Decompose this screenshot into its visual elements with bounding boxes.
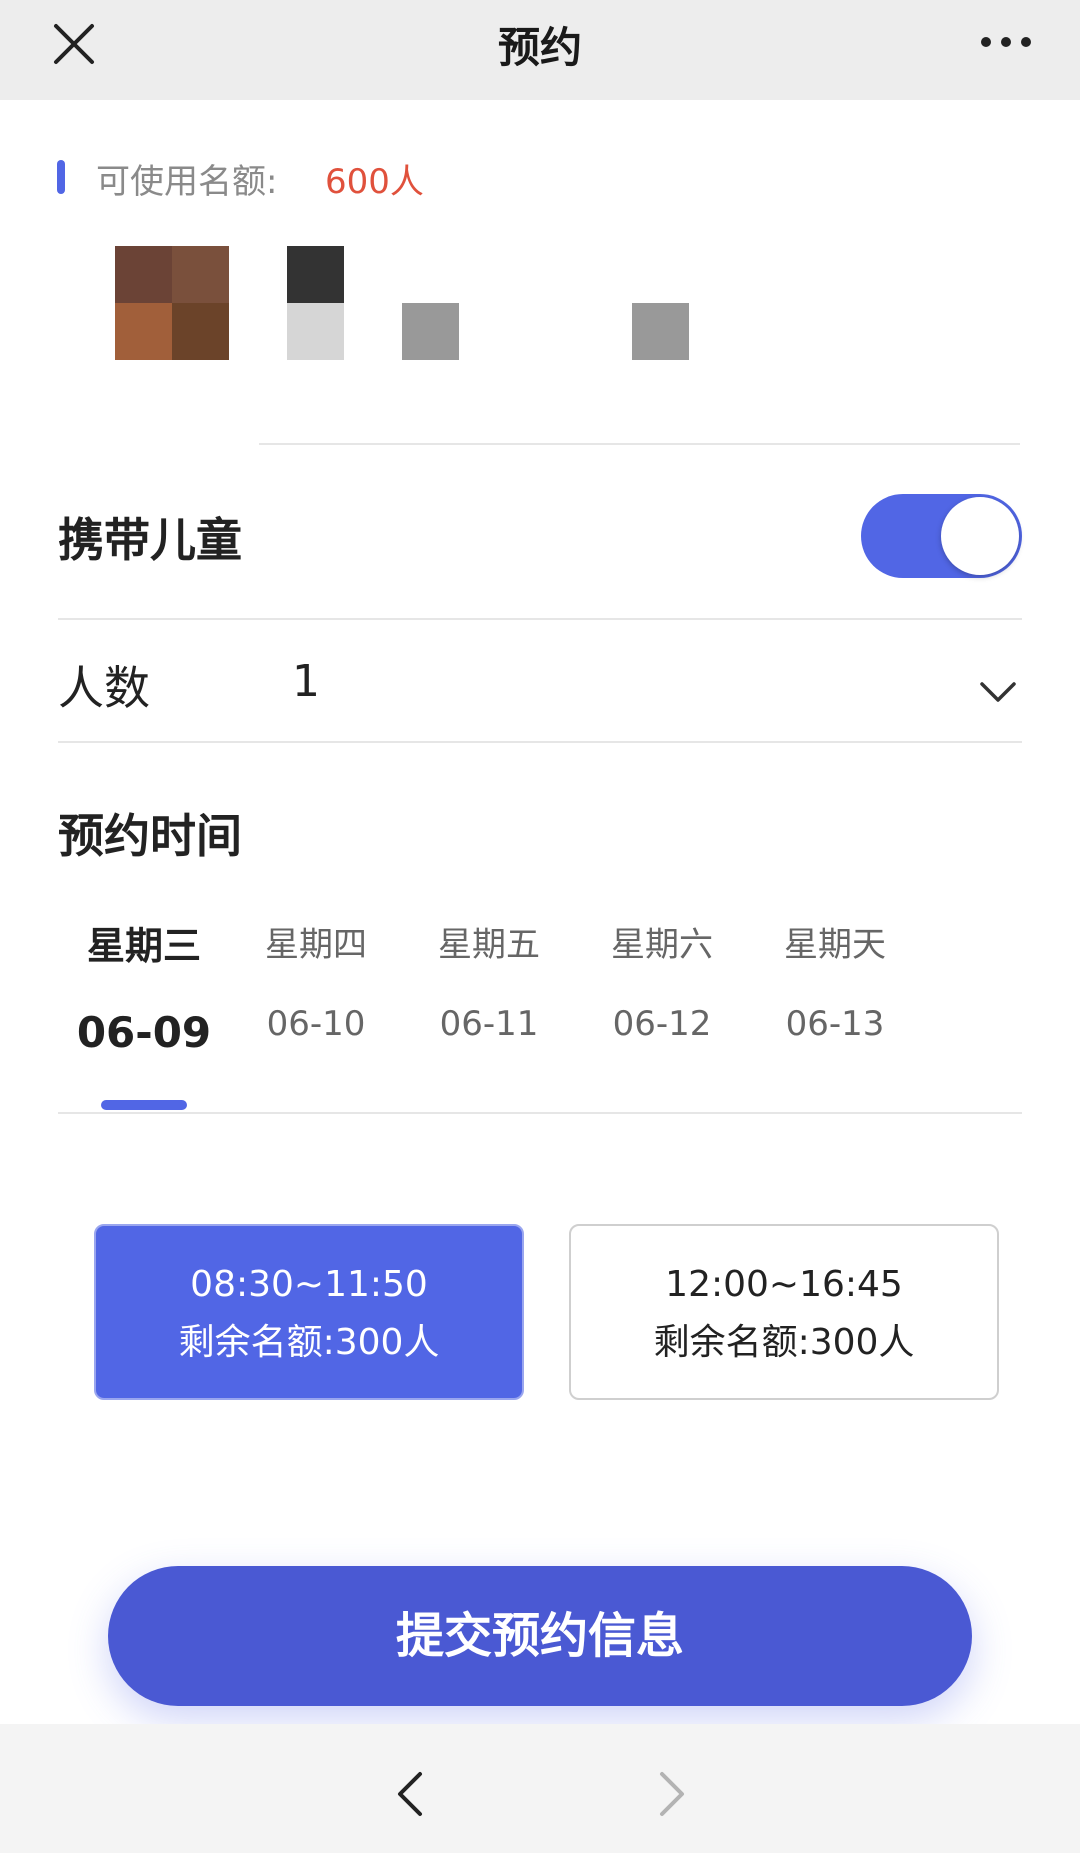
divider — [259, 443, 1020, 445]
slot-time: 12:00~16:45 — [665, 1264, 903, 1305]
more-dots-icon[interactable] — [980, 30, 1032, 54]
tab-weekday: 星期六 — [611, 925, 713, 965]
tab-date: 06-09 — [76, 1008, 212, 1057]
date-tab-0612[interactable]: 星期六 06-12 — [587, 917, 737, 1044]
tab-date: 06-10 — [266, 1004, 366, 1044]
chevron-right-icon[interactable] — [656, 1768, 690, 1820]
count-label: 人数 — [58, 661, 150, 715]
section-marker — [57, 160, 65, 194]
count-value[interactable]: 1 — [292, 656, 320, 707]
tab-indicator — [101, 1100, 187, 1110]
toggle-knob — [941, 497, 1019, 575]
date-tab-0611[interactable]: 星期五 06-11 — [414, 917, 564, 1044]
schedule-title: 预约时间 — [58, 809, 242, 863]
divider — [58, 618, 1022, 620]
date-tab-0609[interactable]: 星期三 06-09 — [69, 915, 219, 1057]
slot-time: 08:30~11:50 — [190, 1264, 428, 1305]
tab-weekday: 星期四 — [265, 925, 367, 965]
tab-weekday: 星期天 — [784, 925, 886, 965]
slot-remaining: 剩余名额:300人 — [653, 1322, 915, 1363]
date-tab-0613[interactable]: 星期天 06-13 — [760, 917, 910, 1044]
quota-value: 600人 — [325, 162, 424, 202]
time-slot-morning[interactable]: 08:30~11:50 剩余名额:300人 — [94, 1224, 524, 1400]
bottom-nav-bar — [0, 1724, 1080, 1853]
tab-date: 06-12 — [612, 1004, 712, 1044]
tab-weekday: 星期三 — [86, 924, 201, 968]
obscured-text — [402, 303, 459, 360]
divider — [58, 1112, 1022, 1114]
chevron-left-icon[interactable] — [392, 1768, 426, 1820]
time-slot-afternoon[interactable]: 12:00~16:45 剩余名额:300人 — [569, 1224, 999, 1400]
quota-label: 可使用名额: — [96, 162, 278, 202]
tab-weekday: 星期五 — [438, 925, 540, 965]
date-tab-0610[interactable]: 星期四 06-10 — [241, 917, 391, 1044]
top-bar: 预约 — [0, 0, 1080, 100]
submit-button[interactable]: 提交预约信息 — [108, 1566, 972, 1706]
children-label: 携带儿童 — [58, 513, 242, 567]
slot-remaining: 剩余名额:300人 — [178, 1322, 440, 1363]
obscured-image — [115, 246, 229, 360]
tab-date: 06-11 — [439, 1004, 539, 1044]
page-title: 预约 — [497, 23, 582, 72]
children-toggle[interactable] — [861, 494, 1022, 578]
obscured-text — [632, 303, 689, 360]
chevron-down-icon[interactable] — [978, 678, 1018, 708]
divider — [58, 741, 1022, 743]
tab-date: 06-13 — [785, 1004, 885, 1044]
obscured-text — [287, 246, 344, 360]
